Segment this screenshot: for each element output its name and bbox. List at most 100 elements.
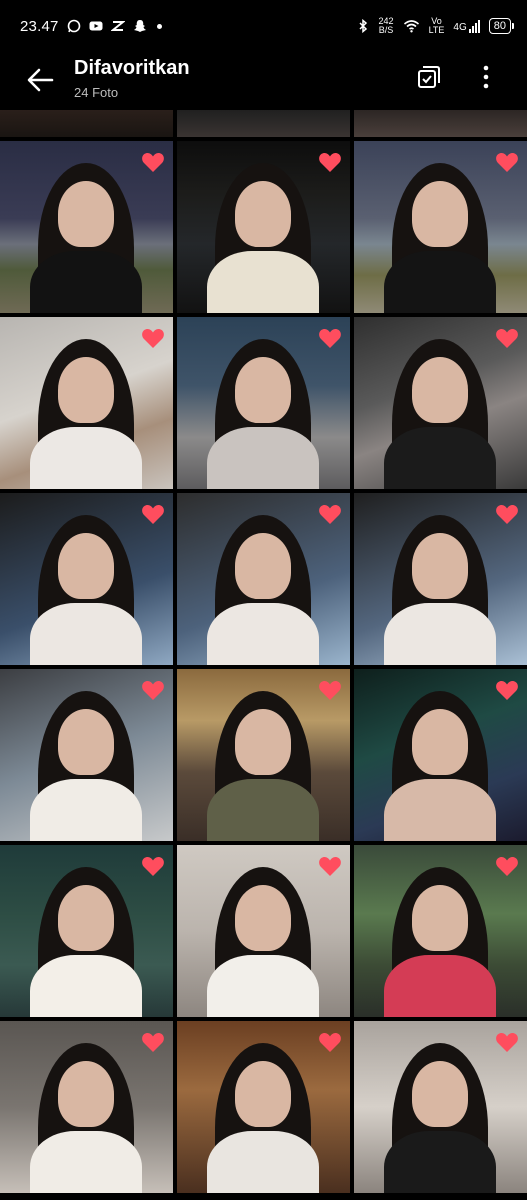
photo-subject-face xyxy=(58,357,114,423)
photo-thumbnail[interactable] xyxy=(0,317,173,489)
photo-subject-face xyxy=(235,709,291,775)
photo-subject-face xyxy=(235,533,291,599)
network-speed: 242 B/S xyxy=(379,17,394,35)
favorite-heart-icon[interactable] xyxy=(495,855,519,877)
youtube-icon xyxy=(89,21,103,31)
network-speed-unit: B/S xyxy=(378,25,394,35)
bluetooth-icon xyxy=(359,19,367,33)
photo-thumbnail[interactable] xyxy=(177,493,350,665)
favorite-heart-icon[interactable] xyxy=(318,679,342,701)
photo-thumbnail[interactable] xyxy=(177,317,350,489)
photo-subject-face xyxy=(58,181,114,247)
favorite-heart-icon[interactable] xyxy=(141,327,165,349)
signal-label: 4G xyxy=(453,21,467,33)
photo-subject-face xyxy=(412,181,468,247)
favorite-heart-icon[interactable] xyxy=(495,1031,519,1053)
photo-subject-body xyxy=(207,427,319,489)
favorite-heart-icon[interactable] xyxy=(141,679,165,701)
back-arrow-icon[interactable] xyxy=(22,62,58,98)
favorite-heart-icon[interactable] xyxy=(495,679,519,701)
photo-image xyxy=(0,110,173,137)
photo-subject-face xyxy=(58,709,114,775)
favorite-heart-icon[interactable] xyxy=(141,1031,165,1053)
photo-subject-body xyxy=(384,955,496,1017)
photo-thumbnail[interactable] xyxy=(354,141,527,313)
photo-subject-body xyxy=(30,427,142,489)
photo-subject-face xyxy=(58,533,114,599)
photo-subject-body xyxy=(384,427,496,489)
photo-image xyxy=(177,110,350,137)
favorite-heart-icon[interactable] xyxy=(141,151,165,173)
photo-subject-body xyxy=(30,955,142,1017)
photo-subject-body xyxy=(30,603,142,665)
select-all-icon[interactable] xyxy=(416,64,442,90)
photo-thumbnail[interactable] xyxy=(354,845,527,1017)
battery-indicator: 80 xyxy=(488,18,515,34)
photo-subject-face xyxy=(58,1061,114,1127)
photo-count: 24 Foto xyxy=(74,85,119,100)
photo-subject-body xyxy=(384,251,496,313)
photo-subject-face xyxy=(235,885,291,951)
favorite-heart-icon[interactable] xyxy=(495,151,519,173)
photo-subject-body xyxy=(207,955,319,1017)
notification-dot-icon xyxy=(156,23,162,29)
volte-indicator: Vo LTE xyxy=(429,17,445,35)
photo-thumbnail[interactable] xyxy=(177,1021,350,1193)
title-block: Difavoritkan 24 Foto xyxy=(74,56,190,100)
photo-subject-body xyxy=(30,779,142,841)
photo-thumbnail[interactable] xyxy=(0,493,173,665)
photo-grid xyxy=(0,110,527,1200)
favorite-heart-icon[interactable] xyxy=(318,1031,342,1053)
photo-subject-body xyxy=(207,603,319,665)
capcut-icon xyxy=(110,21,125,31)
volte-bottom: LTE xyxy=(428,25,445,35)
photo-subject-face xyxy=(412,1061,468,1127)
photo-subject-body xyxy=(207,251,319,313)
wifi-icon xyxy=(403,20,419,33)
photo-thumbnail[interactable] xyxy=(354,669,527,841)
photo-thumbnail[interactable] xyxy=(177,141,350,313)
photo-thumbnail[interactable] xyxy=(354,493,527,665)
photo-subject-face xyxy=(412,533,468,599)
photo-thumbnail[interactable] xyxy=(177,845,350,1017)
whatsapp-icon xyxy=(67,19,80,33)
favorite-heart-icon[interactable] xyxy=(141,855,165,877)
clock: 23.47 xyxy=(20,17,59,35)
photo-thumbnail[interactable] xyxy=(177,669,350,841)
photo-subject-face xyxy=(412,885,468,951)
photo-thumbnail[interactable] xyxy=(0,141,173,313)
status-bar: 23.47 242 B/S Vo LTE 4G 80 xyxy=(0,0,527,52)
photo-subject-body xyxy=(30,1131,142,1193)
favorite-heart-icon[interactable] xyxy=(318,327,342,349)
photo-thumbnail[interactable] xyxy=(354,110,527,137)
photo-thumbnail[interactable] xyxy=(0,669,173,841)
favorite-heart-icon[interactable] xyxy=(495,327,519,349)
photo-subject-body xyxy=(207,1131,319,1193)
favorite-heart-icon[interactable] xyxy=(318,855,342,877)
favorite-heart-icon[interactable] xyxy=(141,503,165,525)
photo-thumbnail[interactable] xyxy=(354,317,527,489)
photo-thumbnail[interactable] xyxy=(0,845,173,1017)
photo-subject-face xyxy=(58,885,114,951)
cell-signal-icon: 4G xyxy=(453,19,480,33)
photo-subject-body xyxy=(384,1131,496,1193)
photo-subject-face xyxy=(412,357,468,423)
photo-thumbnail[interactable] xyxy=(0,1021,173,1193)
photo-subject-body xyxy=(384,603,496,665)
page-title: Difavoritkan xyxy=(74,57,190,79)
photo-subject-body xyxy=(207,779,319,841)
photo-image xyxy=(354,110,527,137)
more-vertical-icon[interactable] xyxy=(474,64,498,90)
photo-thumbnail[interactable] xyxy=(177,110,350,137)
photo-subject-face xyxy=(235,1061,291,1127)
photo-thumbnail[interactable] xyxy=(354,1021,527,1193)
favorite-heart-icon[interactable] xyxy=(318,503,342,525)
photo-subject-body xyxy=(384,779,496,841)
photo-subject-face xyxy=(235,357,291,423)
favorite-heart-icon[interactable] xyxy=(318,151,342,173)
snapchat-icon xyxy=(133,20,146,32)
favorite-heart-icon[interactable] xyxy=(495,503,519,525)
photo-subject-face xyxy=(235,181,291,247)
app-bar: Difavoritkan 24 Foto xyxy=(0,52,527,110)
photo-thumbnail[interactable] xyxy=(0,110,173,137)
